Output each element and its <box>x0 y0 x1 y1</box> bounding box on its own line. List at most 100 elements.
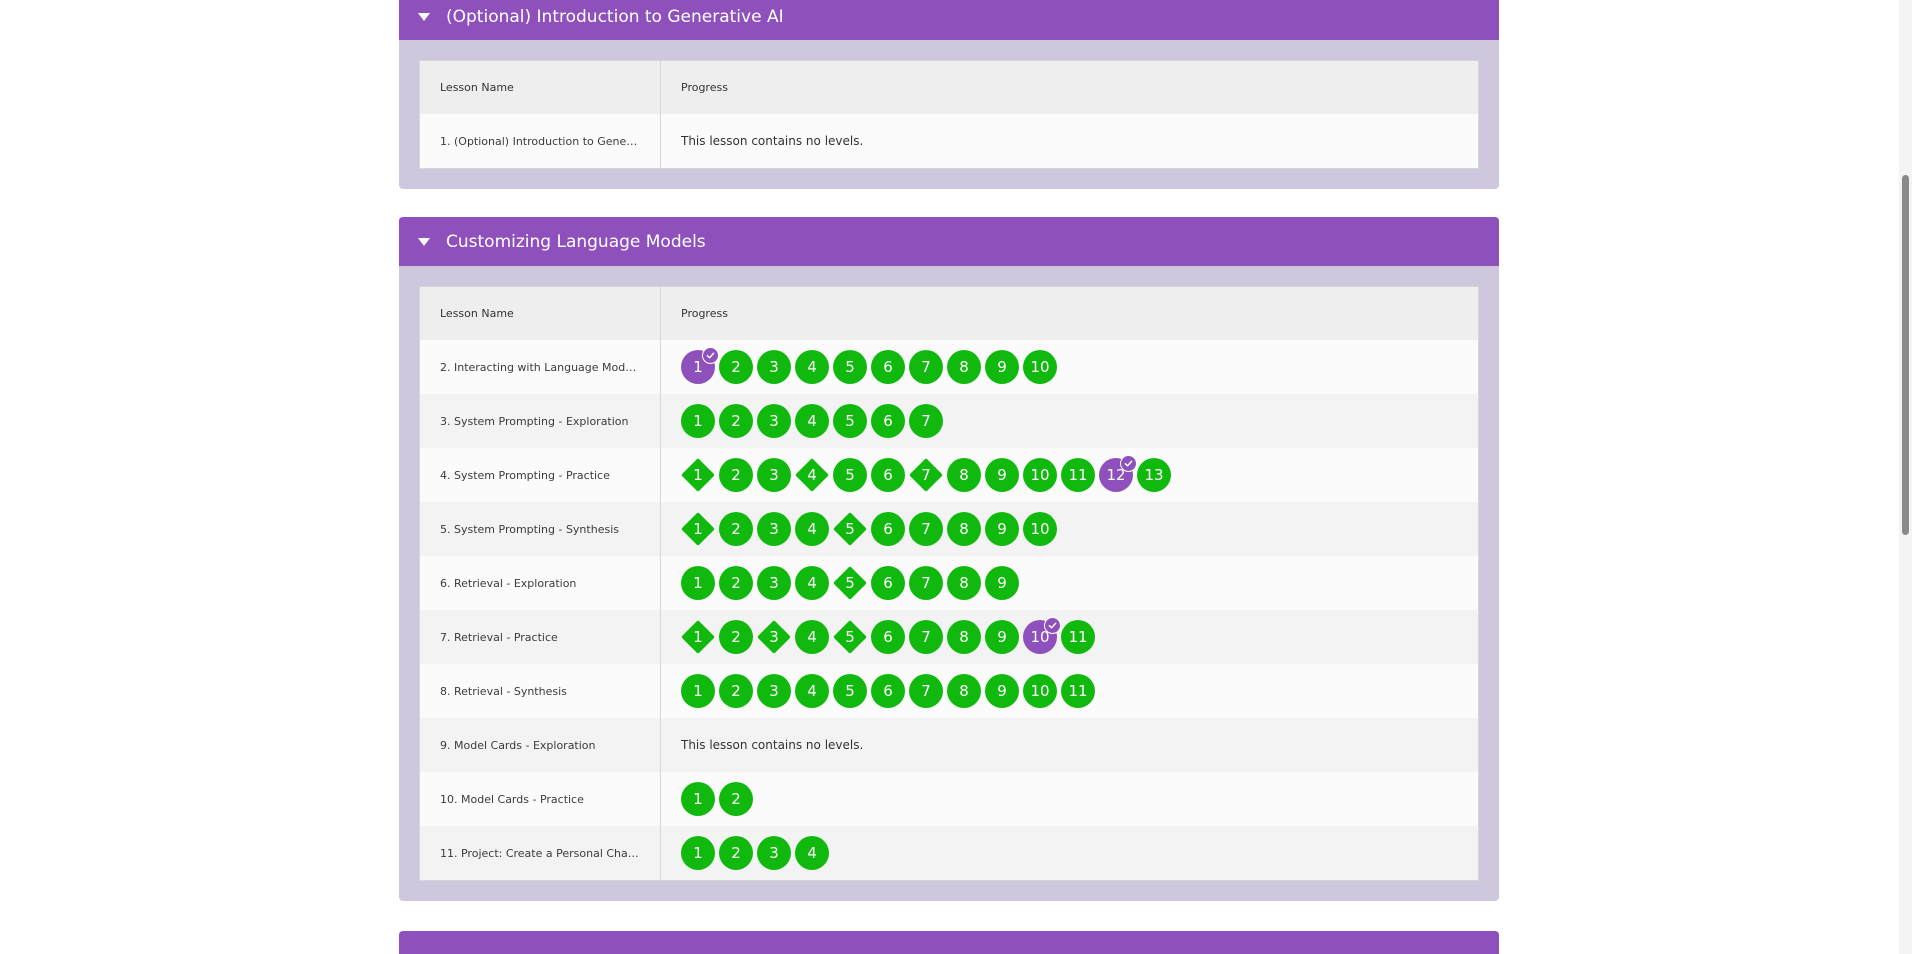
level-bubble[interactable]: 2 <box>719 566 753 600</box>
level-bubble[interactable]: 3 <box>757 674 791 708</box>
level-bubble[interactable]: 1 <box>681 512 715 546</box>
level-bubble[interactable]: 1 <box>681 620 715 654</box>
level-bubble[interactable]: 12 <box>1099 455 1137 492</box>
level-bubble[interactable]: 6 <box>871 404 905 438</box>
unit-header-next[interactable] <box>399 931 1499 954</box>
lesson-name[interactable]: 11. Project: Create a Personal Chatb... <box>440 847 640 860</box>
level-bubble[interactable]: 7 <box>909 458 943 492</box>
level-bubble[interactable]: 5 <box>833 566 867 600</box>
level-bubble[interactable]: 9 <box>985 620 1019 654</box>
unit-header-intro-genai[interactable]: (Optional) Introduction to Generative AI <box>399 0 1499 40</box>
level-bubble[interactable]: 3 <box>757 404 791 438</box>
level-bubble[interactable]: 4 <box>795 674 829 708</box>
level-bubble[interactable]: 3 <box>757 836 791 870</box>
level-bubble[interactable]: 9 <box>985 566 1019 600</box>
level-number: 3 <box>769 844 779 862</box>
level-bubble[interactable]: 1 <box>681 782 715 816</box>
level-bubble[interactable]: 8 <box>947 350 981 384</box>
lesson-name[interactable]: 2. Interacting with Language Models <box>440 361 640 374</box>
level-bubble[interactable]: 3 <box>757 620 791 654</box>
level-bubble[interactable]: 2 <box>719 512 753 546</box>
level-bubble[interactable]: 5 <box>833 458 867 492</box>
level-number: 6 <box>883 466 893 484</box>
level-bubble[interactable]: 4 <box>795 620 829 654</box>
level-bubble[interactable]: 6 <box>871 620 905 654</box>
caret-down-icon <box>418 237 430 246</box>
level-bubble[interactable]: 6 <box>871 350 905 384</box>
lesson-name[interactable]: 10. Model Cards - Practice <box>440 793 640 806</box>
lesson-name[interactable]: 3. System Prompting - Exploration <box>440 415 640 428</box>
level-bubble[interactable]: 4 <box>795 404 829 438</box>
lesson-name[interactable]: 8. Retrieval - Synthesis <box>440 685 640 698</box>
level-bubble[interactable]: 6 <box>871 566 905 600</box>
level-bubble[interactable]: 3 <box>757 566 791 600</box>
level-bubble[interactable]: 1 <box>681 458 715 492</box>
level-bubble[interactable]: 9 <box>985 350 1019 384</box>
level-number: 2 <box>731 790 741 808</box>
level-bubble[interactable]: 4 <box>795 512 829 546</box>
lesson-name[interactable]: 4. System Prompting - Practice <box>440 469 640 482</box>
level-bubble[interactable]: 11 <box>1061 620 1095 654</box>
level-bubble[interactable]: 9 <box>985 458 1019 492</box>
level-bubble[interactable]: 5 <box>833 674 867 708</box>
level-number: 1 <box>693 520 703 538</box>
level-bubble[interactable]: 2 <box>719 620 753 654</box>
scrollbar-thumb[interactable] <box>1902 175 1909 535</box>
level-bubble[interactable]: 3 <box>757 350 791 384</box>
level-bubble[interactable]: 7 <box>909 404 943 438</box>
lesson-name[interactable]: 7. Retrieval - Practice <box>440 631 640 644</box>
lesson-name[interactable]: 6. Retrieval - Exploration <box>440 577 640 590</box>
level-bubble[interactable]: 3 <box>757 458 791 492</box>
page-scrollbar[interactable] <box>1899 0 1912 954</box>
level-bubble[interactable]: 7 <box>909 566 943 600</box>
level-bubble[interactable]: 8 <box>947 566 981 600</box>
level-bubble[interactable]: 9 <box>985 512 1019 546</box>
lessons-table: Lesson Name Progress 1. (Optional) Intro… <box>419 60 1479 169</box>
level-bubble[interactable]: 10 <box>1023 458 1057 492</box>
level-bubble[interactable]: 1 <box>681 404 715 438</box>
lesson-name[interactable]: 5. System Prompting - Synthesis <box>440 523 640 536</box>
level-bubble[interactable]: 1 <box>681 347 719 384</box>
level-bubble[interactable]: 6 <box>871 458 905 492</box>
level-bubble[interactable]: 2 <box>719 674 753 708</box>
level-bubble[interactable]: 2 <box>719 404 753 438</box>
level-bubble[interactable]: 4 <box>795 836 829 870</box>
level-bubble[interactable]: 1 <box>681 566 715 600</box>
level-bubble[interactable]: 2 <box>719 836 753 870</box>
level-bubble[interactable]: 8 <box>947 458 981 492</box>
level-bubble[interactable]: 2 <box>719 350 753 384</box>
level-bubble[interactable]: 10 <box>1023 617 1061 654</box>
level-bubble[interactable]: 13 <box>1137 458 1171 492</box>
level-bubble[interactable]: 10 <box>1023 674 1057 708</box>
level-bubble[interactable]: 10 <box>1023 350 1057 384</box>
level-bubble[interactable]: 11 <box>1061 674 1095 708</box>
level-bubble[interactable]: 7 <box>909 350 943 384</box>
level-bubble[interactable]: 4 <box>795 458 829 492</box>
unit-header-customizing-language-models[interactable]: Customizing Language Models <box>399 217 1499 266</box>
level-bubble[interactable]: 5 <box>833 404 867 438</box>
level-bubble[interactable]: 4 <box>795 566 829 600</box>
level-bubble[interactable]: 7 <box>909 674 943 708</box>
level-bubble[interactable]: 11 <box>1061 458 1095 492</box>
level-bubble[interactable]: 1 <box>681 674 715 708</box>
level-bubble[interactable]: 8 <box>947 620 981 654</box>
level-bubble[interactable]: 2 <box>719 458 753 492</box>
lesson-name[interactable]: 9. Model Cards - Exploration <box>440 739 640 752</box>
level-bubble[interactable]: 6 <box>871 512 905 546</box>
level-bubble[interactable]: 9 <box>985 674 1019 708</box>
level-bubble[interactable]: 8 <box>947 674 981 708</box>
level-bubble[interactable]: 7 <box>909 620 943 654</box>
progress-cell: 12 <box>660 772 1479 826</box>
level-bubble[interactable]: 1 <box>681 836 715 870</box>
lesson-name[interactable]: 1. (Optional) Introduction to Genera... <box>440 135 640 148</box>
level-bubble[interactable]: 6 <box>871 674 905 708</box>
level-bubble[interactable]: 8 <box>947 512 981 546</box>
level-bubble[interactable]: 2 <box>719 782 753 816</box>
level-bubble[interactable]: 7 <box>909 512 943 546</box>
level-bubble[interactable]: 4 <box>795 350 829 384</box>
level-bubble[interactable]: 5 <box>833 350 867 384</box>
level-bubble[interactable]: 5 <box>833 620 867 654</box>
level-bubble[interactable]: 10 <box>1023 512 1057 546</box>
level-bubble[interactable]: 5 <box>833 512 867 546</box>
level-bubble[interactable]: 3 <box>757 512 791 546</box>
